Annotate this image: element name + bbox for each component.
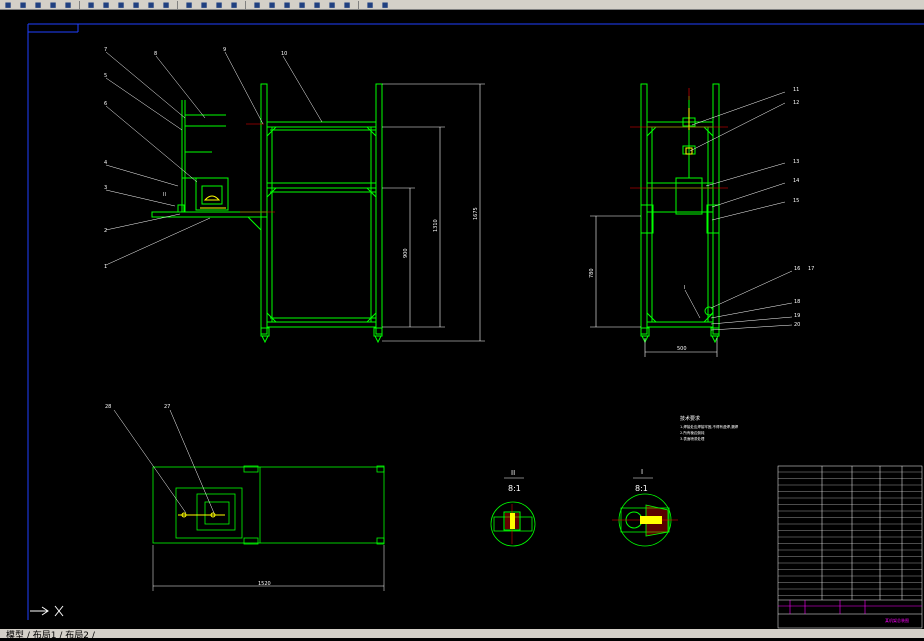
publish-icon[interactable]: ■: [62, 1, 74, 9]
redo-icon[interactable]: ■: [160, 1, 172, 9]
toolbar-separator: [79, 0, 80, 9]
callout-15: 15: [793, 198, 799, 204]
notes-line-2: 2.所有棱边倒钝: [680, 430, 705, 435]
open-icon[interactable]: ■: [17, 1, 29, 9]
layout-tabs[interactable]: 模型 / 布局1 / 布局2 /: [6, 628, 95, 641]
front-view-leaders: [105, 51, 323, 266]
callout-27: 27: [164, 404, 170, 410]
callout-28: 28: [105, 404, 111, 410]
callout-6: 6: [104, 101, 107, 107]
callout-7: 7: [104, 47, 107, 53]
callout-5: 5: [104, 73, 107, 79]
callout-4: 4: [104, 160, 107, 166]
side-view-leaders: [684, 91, 793, 331]
top-view: [152, 465, 385, 545]
detail-i-scale: 8:1: [635, 484, 648, 493]
drawing-canvas[interactable]: 900 1310 1675 7 8 9 10 5 6 4 3 2 1 II 78…: [0, 10, 924, 629]
detail-i-label: I: [641, 468, 643, 476]
side-view-callouts: 11 12 13 14 15 16 17 18 19 20 I: [684, 87, 814, 328]
ucs-icon: [30, 605, 64, 617]
markup-icon[interactable]: ■: [311, 1, 323, 9]
zoom-window-icon[interactable]: ■: [213, 1, 225, 9]
notes-line-1: 1.焊接处应焊接牢固,不得有虚焊,漏焊: [680, 424, 739, 429]
layer-state-icon[interactable]: ■: [379, 1, 391, 9]
side-view-dimensions: [590, 215, 718, 357]
top-view-leaders: [113, 409, 385, 591]
dim-1310: 1310: [433, 219, 439, 232]
front-view-centerlines: [240, 123, 275, 213]
toolbar-separator: [245, 0, 246, 9]
callout-19: 19: [794, 313, 800, 319]
designcenter-icon[interactable]: ■: [266, 1, 278, 9]
undo-icon[interactable]: ■: [145, 1, 157, 9]
layer-icon[interactable]: ■: [364, 1, 376, 9]
standard-toolbar: ■ ■ ■ ■ ■ ■ ■ ■ ■ ■ ■ ■ ■ ■ ■ ■ ■ ■ ■ ■ ■ ■ ■ ■: [0, 0, 924, 10]
dim-900: 900: [403, 248, 409, 258]
callout-1: 1: [104, 264, 107, 270]
callout-17: 17: [808, 266, 814, 272]
dim-780: 780: [589, 268, 595, 278]
callout-16: 16: [794, 266, 800, 272]
pan-icon[interactable]: ■: [183, 1, 195, 9]
print-icon[interactable]: ■: [32, 1, 44, 9]
detail-i: I 8:1: [612, 468, 678, 547]
calc-icon[interactable]: ■: [326, 1, 338, 9]
toolpalette-icon[interactable]: ■: [281, 1, 293, 9]
copy-icon[interactable]: ■: [100, 1, 112, 9]
detail-ii-label: II: [511, 469, 515, 477]
title-block: [777, 465, 923, 629]
front-view-callouts: 7 8 9 10 5 6 4 3 2 1 II: [104, 47, 287, 270]
notes-line-3: 3.表面喷漆处理: [680, 436, 705, 441]
title-block-magenta: [778, 600, 922, 614]
callout-8: 8: [154, 51, 157, 57]
paste-icon[interactable]: ■: [115, 1, 127, 9]
sheetset-icon[interactable]: ■: [296, 1, 308, 9]
front-view: [151, 83, 383, 344]
callout-12: 12: [793, 100, 799, 106]
drawing-name: 某机架总装图: [885, 617, 909, 623]
callout-2: 2: [104, 228, 107, 234]
toolbar-separator: [177, 0, 178, 9]
callout-3: 3: [104, 185, 107, 191]
dim-1675: 1675: [473, 207, 479, 220]
detail-marker-i-side: I: [684, 285, 685, 291]
notes-title: 技术要求: [680, 415, 700, 422]
callout-20: 20: [794, 322, 800, 328]
bom-rows: [778, 471, 922, 596]
save-icon[interactable]: ■: [2, 1, 14, 9]
front-view-dimensions: [382, 83, 485, 342]
detail-marker-ii-front: II: [163, 192, 166, 198]
callout-9: 9: [223, 47, 226, 53]
preview-icon[interactable]: ■: [47, 1, 59, 9]
properties-icon[interactable]: ■: [251, 1, 263, 9]
dim-1520: 1520: [258, 581, 271, 587]
callout-13: 13: [793, 159, 799, 165]
callout-14: 14: [793, 178, 799, 184]
callout-10: 10: [281, 51, 287, 57]
top-view-callouts: 28 27 1520: [105, 404, 271, 587]
top-view-yellow-parts: [178, 512, 225, 518]
detail-ii-scale: 8:1: [508, 484, 521, 493]
technical-notes: 技术要求 1.焊接处应焊接牢固,不得有虚焊,漏焊 2.所有棱边倒钝 3.表面喷漆…: [680, 415, 739, 441]
zoom-previous-icon[interactable]: ■: [228, 1, 240, 9]
toolbar-separator: [358, 0, 359, 9]
zoom-realtime-icon[interactable]: ■: [198, 1, 210, 9]
help-icon[interactable]: ■: [341, 1, 353, 9]
layout-tab-bar: [0, 629, 924, 638]
matchprop-icon[interactable]: ■: [130, 1, 142, 9]
callout-18: 18: [794, 299, 800, 305]
callout-11: 11: [793, 87, 799, 93]
cut-icon[interactable]: ■: [85, 1, 97, 9]
side-view: [640, 83, 720, 344]
dim-500: 500: [677, 346, 687, 352]
detail-ii: II 8:1: [490, 469, 536, 547]
